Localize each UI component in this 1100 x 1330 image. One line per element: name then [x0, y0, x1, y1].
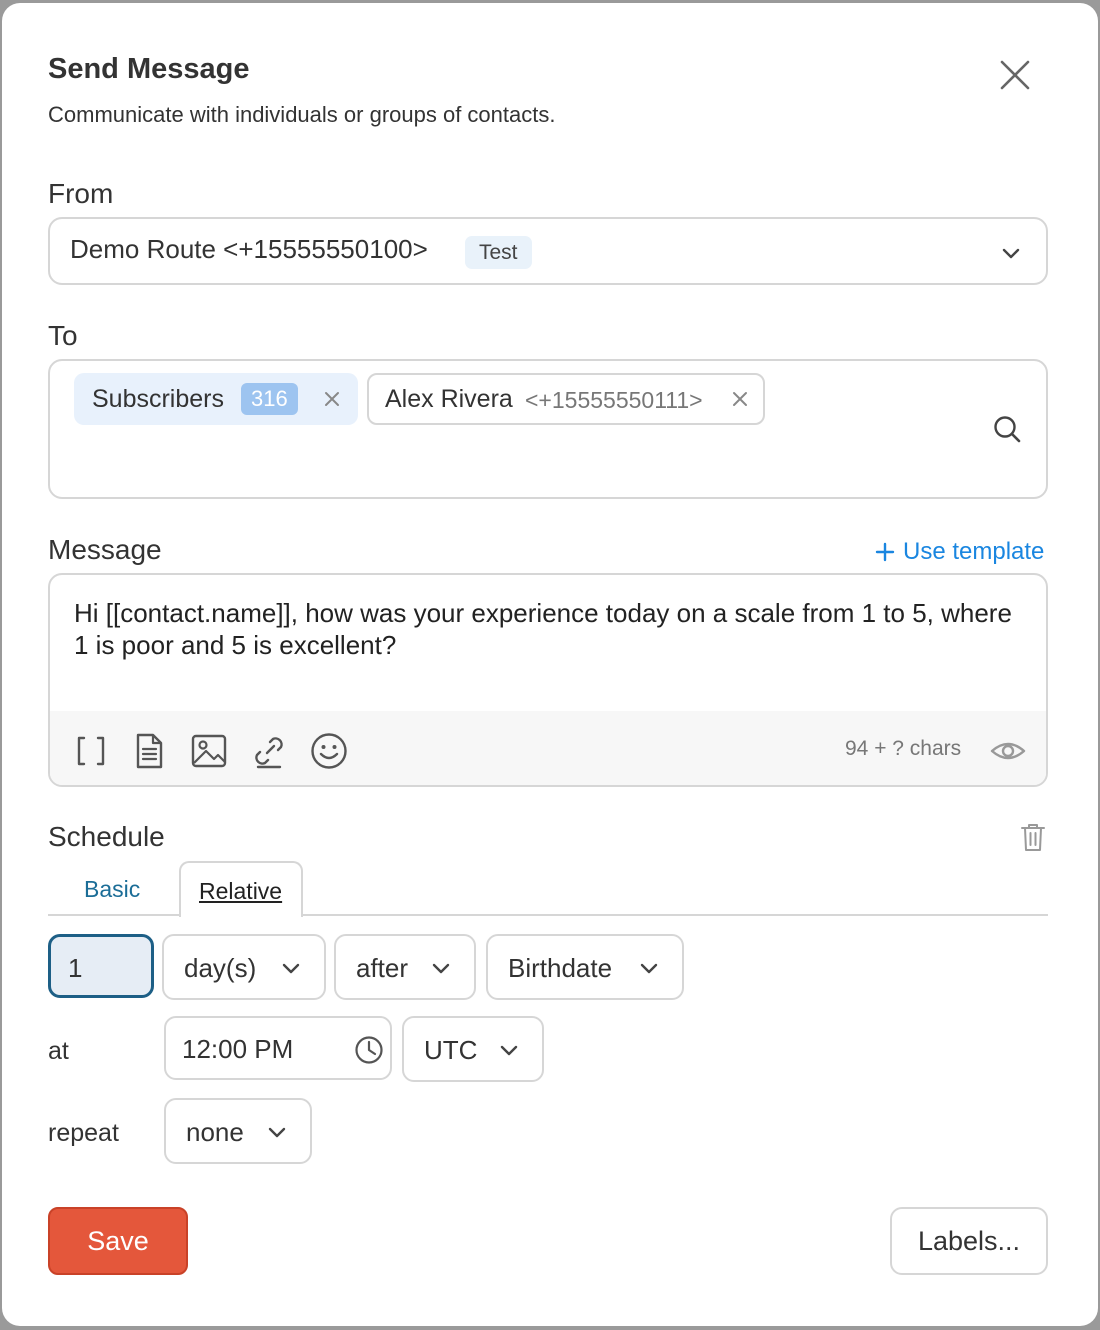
emoji-icon[interactable] — [310, 732, 348, 770]
to-label: To — [48, 320, 78, 351]
chevron-down-icon — [268, 1127, 286, 1138]
chevron-down-icon — [1002, 248, 1020, 259]
direction-select[interactable]: after — [334, 934, 476, 1000]
labels-button[interactable]: Labels... — [890, 1207, 1048, 1275]
unit-select[interactable]: day(s) — [162, 934, 326, 1000]
tab-relative-label: Relative — [199, 878, 283, 904]
trash-icon[interactable] — [1020, 822, 1046, 852]
recipient-chip-name: Alex Rivera — [385, 385, 513, 413]
chevron-down-icon — [640, 963, 658, 974]
preview-eye-icon[interactable] — [990, 735, 1026, 767]
test-badge: Test — [465, 236, 532, 269]
chevron-down-icon — [500, 1045, 518, 1056]
from-select-value: Demo Route <+15555550100> — [70, 234, 428, 264]
subscriber-count-badge: 316 — [241, 383, 298, 415]
direction-select-value: after — [356, 953, 409, 983]
tab-basic[interactable]: Basic — [84, 876, 140, 903]
reference-date-select[interactable]: Birthdate — [486, 934, 684, 1000]
time-input-value: 12:00 PM — [182, 1034, 294, 1064]
clock-icon[interactable] — [354, 1035, 384, 1065]
remove-chip-icon[interactable] — [731, 390, 749, 408]
image-icon[interactable] — [190, 732, 228, 770]
dialog-subtitle: Communicate with individuals or groups o… — [48, 102, 556, 127]
close-icon[interactable] — [996, 56, 1034, 94]
repeat-value: none — [186, 1117, 244, 1147]
brackets-icon[interactable] — [72, 732, 110, 770]
reference-date-value: Birthdate — [508, 953, 613, 983]
use-template-link[interactable]: Use template — [875, 538, 1044, 566]
chevron-down-icon — [282, 963, 300, 974]
message-text[interactable]: Hi [[contact.name]], how was your experi… — [74, 597, 1024, 661]
document-icon[interactable] — [130, 732, 168, 770]
timezone-select[interactable]: UTC — [402, 1016, 544, 1082]
link-icon[interactable] — [250, 732, 288, 770]
unit-select-value: day(s) — [184, 953, 257, 983]
from-label: From — [48, 178, 114, 209]
at-label: at — [48, 1037, 69, 1065]
search-icon[interactable] — [992, 414, 1022, 444]
repeat-select[interactable]: none — [164, 1098, 312, 1164]
schedule-label: Schedule — [48, 821, 165, 852]
time-input[interactable]: 12:00 PM — [164, 1016, 392, 1080]
recipient-chip-number: <+15555550111> — [525, 387, 703, 413]
offset-amount-value: 1 — [68, 953, 83, 983]
offset-amount-input[interactable]: 1 — [48, 934, 154, 998]
timezone-value: UTC — [424, 1035, 478, 1065]
remove-chip-icon[interactable] — [323, 390, 341, 408]
character-count: 94 + ? chars — [845, 737, 962, 760]
save-button[interactable]: Save — [48, 1207, 188, 1275]
message-label: Message — [48, 534, 162, 565]
repeat-label: repeat — [48, 1119, 119, 1147]
chevron-down-icon — [432, 963, 450, 974]
tab-relative[interactable]: Relative — [179, 861, 303, 917]
dialog-title: Send Message — [48, 53, 250, 85]
use-template-label: Use template — [903, 538, 1045, 565]
recipient-chip-name: Subscribers — [92, 385, 224, 413]
plus-icon — [875, 542, 895, 562]
